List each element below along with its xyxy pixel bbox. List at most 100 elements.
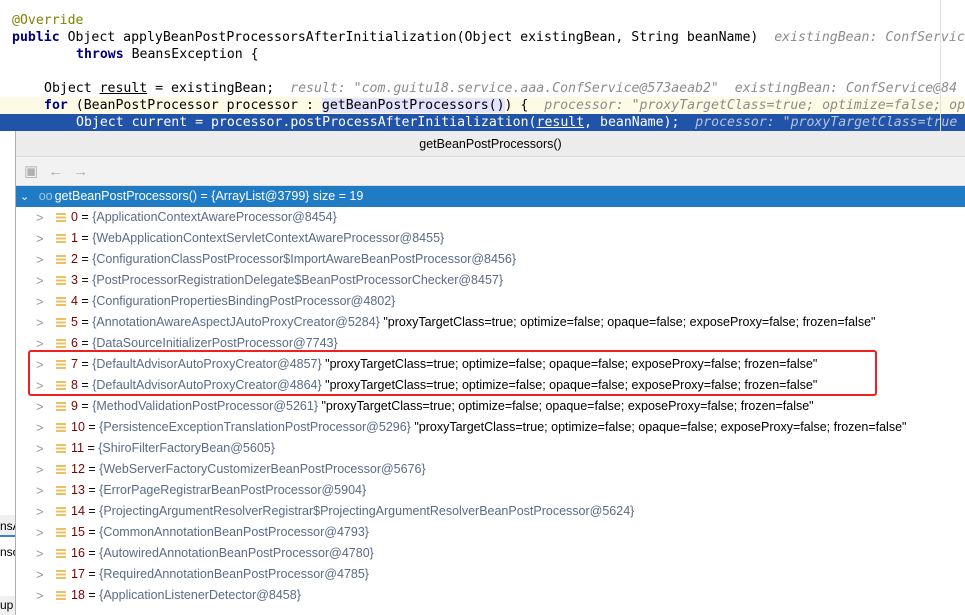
tree-root-row[interactable]: ⌄ oo getBeanPostProcessors() = {ArrayList… xyxy=(16,186,965,207)
tree-item[interactable]: >18 = {ApplicationListenerDetector@8458} xyxy=(16,585,965,606)
item-index: 11 xyxy=(71,441,84,455)
item-index: 13 xyxy=(71,483,85,497)
code-line-current: for (BeanPostProcessor processor : getBe… xyxy=(0,97,965,114)
chevron-right-icon[interactable]: > xyxy=(36,291,56,312)
item-value: "proxyTargetClass=true; optimize=false; … xyxy=(321,399,814,413)
keyword: for xyxy=(44,98,68,113)
field-icon xyxy=(56,507,66,516)
item-class: {CommonAnnotationBeanPostProcessor@4793} xyxy=(99,525,369,539)
chevron-right-icon[interactable]: > xyxy=(36,522,56,543)
tree-item[interactable]: >14 = {ProjectingArgumentResolverRegistr… xyxy=(16,501,965,522)
inline-debug-hint: existingBean: ConfService xyxy=(774,30,965,45)
tree-item[interactable]: >13 = {ErrorPageRegistrarBeanPostProcess… xyxy=(16,480,965,501)
chevron-right-icon[interactable]: > xyxy=(36,564,56,585)
chevron-right-icon[interactable]: > xyxy=(36,396,56,417)
item-value: "proxyTargetClass=true; optimize=false; … xyxy=(414,420,907,434)
tree-item[interactable]: >0 = {ApplicationContextAwareProcessor@8… xyxy=(16,207,965,228)
chevron-right-icon[interactable]: > xyxy=(36,312,56,333)
inline-debug-hint: processor: "proxyTargetClass=true; optim… xyxy=(544,98,965,113)
chevron-right-icon[interactable]: > xyxy=(36,543,56,564)
chevron-right-icon[interactable]: > xyxy=(36,501,56,522)
root-value: = {ArrayList@3799} size = 19 xyxy=(197,189,364,203)
item-class: {ProjectingArgumentResolverRegistrar$Pro… xyxy=(99,504,635,518)
code-line: Object result = existingBean; result: "c… xyxy=(0,80,965,97)
equals: = xyxy=(84,483,100,497)
variable: result xyxy=(99,81,148,96)
annotation: @Override xyxy=(12,13,84,28)
equals: = xyxy=(77,273,93,287)
code-line: @Override xyxy=(0,12,965,29)
item-class: {ShiroFilterFactoryBean@5605} xyxy=(98,441,275,455)
navigate-icon[interactable]: ▣ xyxy=(24,162,38,180)
equals: = xyxy=(77,231,93,245)
chevron-right-icon[interactable]: > xyxy=(36,438,56,459)
right-margin-guide xyxy=(940,0,941,131)
chevron-right-icon[interactable]: > xyxy=(36,417,56,438)
equals: = xyxy=(77,399,93,413)
chevron-right-icon[interactable]: > xyxy=(36,249,56,270)
item-index: 16 xyxy=(71,546,85,560)
tree-item[interactable]: >1 = {WebApplicationContextServletContex… xyxy=(16,228,965,249)
equals: = xyxy=(84,546,100,560)
popup-title[interactable]: getBeanPostProcessors() xyxy=(16,131,965,157)
chevron-down-icon[interactable]: ⌄ xyxy=(20,191,29,203)
inline-debug-hint: processor: "proxyTargetClass=true xyxy=(695,115,958,130)
field-icon xyxy=(56,591,66,600)
item-index: 10 xyxy=(71,420,85,434)
item-index: 15 xyxy=(71,525,85,539)
tree-item[interactable]: >10 = {PersistenceExceptionTranslationPo… xyxy=(16,417,965,438)
item-class: {RequiredAnnotationBeanPostProcessor@478… xyxy=(99,567,369,581)
code-text: BeansException { xyxy=(123,47,259,62)
item-class: {MethodValidationPostProcessor@5261} xyxy=(92,399,318,413)
keyword: throws xyxy=(76,47,124,62)
equals: = xyxy=(84,462,100,476)
tree-item[interactable]: >15 = {CommonAnnotationBeanPostProcessor… xyxy=(16,522,965,543)
tree-item[interactable]: >9 = {MethodValidationPostProcessor@5261… xyxy=(16,396,965,417)
tree-item[interactable]: >4 = {ConfigurationPropertiesBindingPost… xyxy=(16,291,965,312)
field-icon xyxy=(56,423,66,432)
item-index: 17 xyxy=(71,567,85,581)
watch-icon: oo xyxy=(38,189,53,203)
variables-tree: ⌄ oo getBeanPostProcessors() = {ArrayList… xyxy=(16,186,965,606)
item-class: {ApplicationListenerDetector@8458} xyxy=(99,588,301,602)
item-index: 14 xyxy=(71,504,85,518)
code-text: , beanName); xyxy=(584,115,696,130)
tree-item[interactable]: >11 = {ShiroFilterFactoryBean@5605} xyxy=(16,438,965,459)
field-icon xyxy=(56,255,66,264)
tree-item[interactable]: >16 = {AutowiredAnnotationBeanPostProces… xyxy=(16,543,965,564)
chevron-right-icon[interactable]: > xyxy=(36,207,56,228)
tree-item[interactable]: >2 = {ConfigurationClassPostProcessor$Im… xyxy=(16,249,965,270)
field-icon xyxy=(56,465,66,474)
item-class: {ConfigurationClassPostProcessor$ImportA… xyxy=(92,252,516,266)
back-arrow-icon[interactable]: ← xyxy=(48,163,63,180)
chevron-right-icon[interactable]: > xyxy=(36,459,56,480)
background-tab-fragment[interactable]: nsA xyxy=(0,515,15,537)
forward-arrow-icon[interactable]: → xyxy=(73,163,88,180)
popup-toolbar: ▣ ← → xyxy=(16,157,965,186)
item-index: 12 xyxy=(71,462,85,476)
item-index: 9 xyxy=(71,399,78,413)
chevron-right-icon[interactable]: > xyxy=(36,480,56,501)
tree-item[interactable]: >12 = {WebServerFactoryCustomizerBeanPos… xyxy=(16,459,965,480)
method-call[interactable]: getBeanPostProcessors() xyxy=(321,98,505,113)
item-class: {ErrorPageRegistrarBeanPostProcessor@590… xyxy=(99,483,367,497)
item-index: 18 xyxy=(71,588,85,602)
chevron-right-icon[interactable]: > xyxy=(36,270,56,291)
tree-item[interactable]: >3 = {PostProcessorRegistrationDelegate$… xyxy=(16,270,965,291)
code-text: (BeanPostProcessor processor : xyxy=(67,98,322,113)
equals: = xyxy=(84,588,100,602)
field-icon xyxy=(56,339,66,348)
item-index: 4 xyxy=(71,294,78,308)
item-class: {ApplicationContextAwareProcessor@8454} xyxy=(92,210,337,224)
highlight-box xyxy=(28,350,877,396)
item-index: 2 xyxy=(71,252,78,266)
equals: = xyxy=(77,210,93,224)
tree-item[interactable]: >5 = {AnnotationAwareAspectJAutoProxyCre… xyxy=(16,312,965,333)
tree-item[interactable]: >17 = {RequiredAnnotationBeanPostProcess… xyxy=(16,564,965,585)
field-icon xyxy=(56,297,66,306)
code-text: Object current = processor.postProcessAf… xyxy=(76,115,537,130)
chevron-right-icon[interactable]: > xyxy=(36,228,56,249)
field-icon xyxy=(56,213,66,222)
field-icon xyxy=(56,444,66,453)
chevron-right-icon[interactable]: > xyxy=(36,585,56,606)
